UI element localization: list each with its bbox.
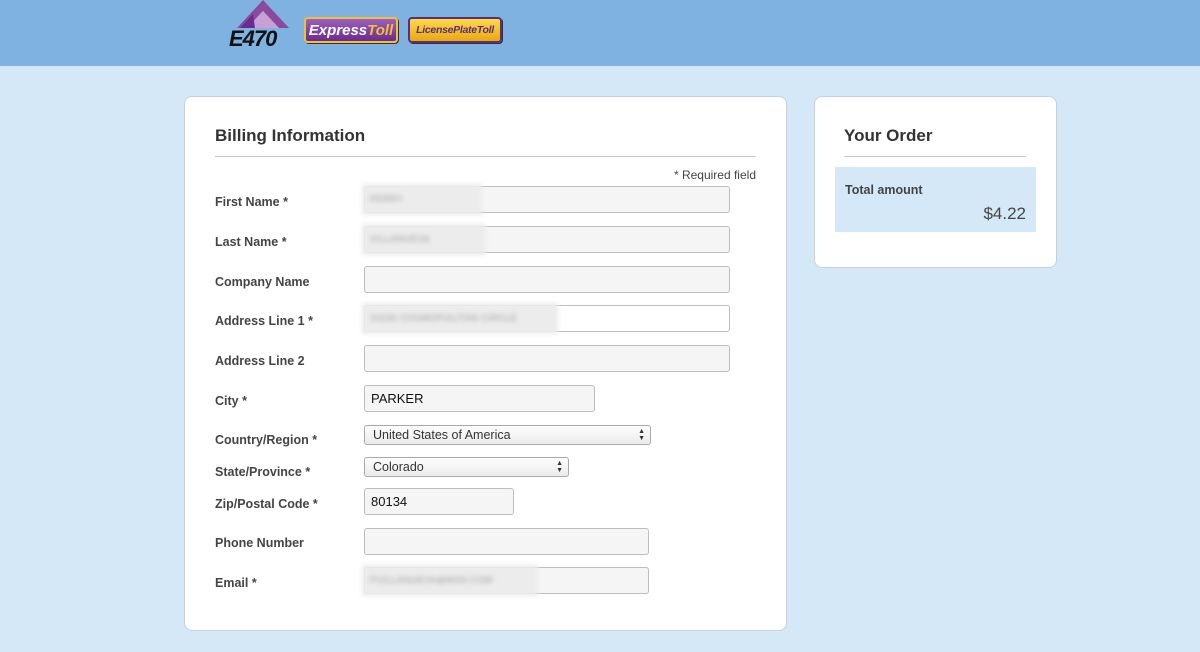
last-name-label: Last Name *	[215, 235, 287, 249]
last-name-redacted: VILLANUEVA	[362, 224, 486, 255]
email-value: PVILLANUEVA@MSN.COM	[370, 575, 493, 585]
zip-label: Zip/Postal Code *	[215, 497, 318, 511]
licenseplatetoll-logo[interactable]: LicensePlateToll	[408, 17, 502, 43]
company-name-input[interactable]	[364, 266, 730, 293]
total-amount-label: Total amount	[845, 183, 923, 197]
e470-logo[interactable]: E470	[229, 0, 295, 52]
company-name-label: Company Name	[215, 275, 310, 289]
first-name-redacted: PERRY	[362, 184, 482, 215]
city-label: City *	[215, 394, 247, 408]
last-name-input[interactable]: VILLANUEVA	[362, 224, 730, 255]
order-title: Your Order	[844, 126, 933, 145]
select-arrows-icon: ▲ ▼	[556, 460, 563, 474]
expresstoll-logo[interactable]: Express Toll	[304, 17, 398, 43]
phone-label: Phone Number	[215, 536, 304, 550]
address-line-1-redacted: 10230 COSMOPOLITAN CIRCLE	[362, 303, 558, 334]
order-divider	[844, 156, 1026, 157]
expresstoll-logo-main: Express	[308, 21, 368, 39]
country-select[interactable]: United States of America ▲ ▼	[364, 425, 651, 445]
country-selected-value: United States of America	[373, 428, 511, 442]
email-input[interactable]: PVILLANUEVA@MSN.COM	[362, 565, 649, 596]
state-selected-value: Colorado	[373, 460, 424, 474]
order-card: Your Order Total amount $4.22	[814, 96, 1057, 268]
billing-title: Billing Information	[215, 126, 366, 145]
total-amount-box: Total amount $4.22	[835, 167, 1036, 232]
last-name-value: VILLANUEVA	[370, 234, 430, 244]
billing-card: Billing Information * Required field Fir…	[184, 96, 787, 631]
first-name-label: First Name *	[215, 195, 288, 209]
total-amount-value: $4.22	[983, 204, 1026, 223]
address-line-1-label: Address Line 1 *	[215, 314, 313, 328]
address-line-2-input[interactable]	[364, 345, 730, 372]
phone-input[interactable]	[364, 528, 649, 555]
first-name-input[interactable]: PERRY	[362, 184, 730, 215]
zip-input[interactable]: 80134	[364, 488, 514, 515]
licenseplatetoll-logo-text: LicensePlateToll	[416, 24, 494, 36]
state-label: State/Province *	[215, 465, 311, 479]
address-line-2-label: Address Line 2	[215, 354, 305, 368]
expresstoll-logo-toll: Toll	[367, 21, 394, 39]
city-input[interactable]: PARKER	[364, 385, 595, 412]
address-line-1-value: 10230 COSMOPOLITAN CIRCLE	[370, 313, 518, 323]
e470-logo-text: E470	[229, 26, 277, 51]
header-bar: E470 Express Toll LicensePlateToll	[0, 0, 1200, 66]
state-select[interactable]: Colorado ▲ ▼	[364, 457, 569, 477]
first-name-value: PERRY	[370, 194, 404, 204]
country-label: Country/Region *	[215, 433, 318, 447]
address-line-1-input[interactable]: 10230 COSMOPOLITAN CIRCLE	[362, 303, 730, 334]
select-arrows-icon: ▲ ▼	[638, 428, 645, 442]
email-redacted: PVILLANUEVA@MSN.COM	[362, 565, 538, 596]
required-field-note: * Required field	[673, 168, 756, 182]
email-label: Email *	[215, 576, 257, 590]
billing-divider	[215, 156, 756, 157]
